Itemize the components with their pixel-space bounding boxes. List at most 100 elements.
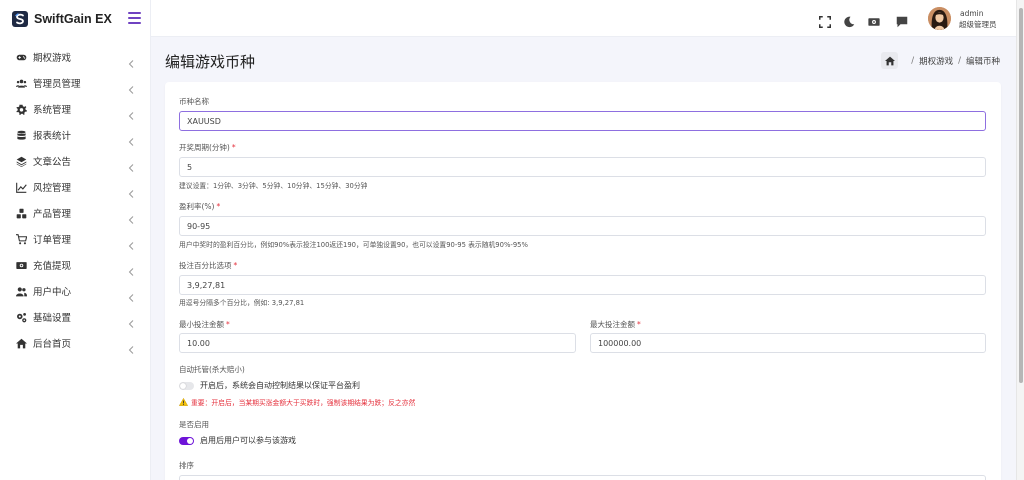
- required-mark: *: [233, 261, 238, 270]
- currency-name-label: 币种名称: [179, 97, 209, 106]
- sidebar-item-label: 风控管理: [33, 183, 72, 194]
- chevron-left-icon: [128, 105, 134, 120]
- moon-icon[interactable]: [843, 13, 855, 28]
- toggle-knob: [187, 438, 193, 444]
- brand-logo-icon: [12, 10, 28, 27]
- sidebar-item-deposit[interactable]: 充值提现: [0, 252, 150, 278]
- chevron-left-icon: [128, 339, 134, 354]
- chevron-left-icon: [128, 287, 134, 302]
- bet-percent-input[interactable]: 3,9,27,81: [179, 275, 986, 295]
- money-icon: [15, 259, 27, 271]
- menu-toggle-icon[interactable]: [128, 12, 141, 24]
- home-icon: [15, 337, 27, 349]
- sidebar-item-label: 产品管理: [33, 209, 72, 220]
- max-bet-label: 最大投注金额 *: [590, 319, 641, 330]
- profit-rate-input[interactable]: 90-95: [179, 216, 986, 236]
- sidebar-item-risk[interactable]: 风控管理: [0, 174, 150, 200]
- sidebar-item-label: 后台首页: [33, 339, 72, 350]
- chevron-left-icon: [128, 53, 134, 68]
- chevron-left-icon: [128, 235, 134, 250]
- breadcrumb-home-icon[interactable]: [881, 52, 899, 69]
- gamepad-icon: [15, 51, 27, 63]
- sidebar-item-reports[interactable]: 报表统计: [0, 122, 150, 148]
- cubes-icon: [15, 207, 27, 219]
- sidebar-item-system[interactable]: 系统管理: [0, 96, 150, 122]
- page-title: 编辑游戏币种: [165, 53, 256, 71]
- cogs-icon: [15, 311, 27, 323]
- profit-rate-help: 用户中奖时的盈利百分比，例如90%表示投注100返还190，可单独设置90，也可…: [179, 241, 528, 249]
- sidebar-item-users[interactable]: 用户中心: [0, 278, 150, 304]
- brand-name: SwiftGain EX: [34, 11, 112, 26]
- sidebar-item-admin[interactable]: 管理员管理: [0, 70, 150, 96]
- min-bet-label: 最小投注金额 *: [179, 319, 230, 330]
- sidebar-item-label: 订单管理: [33, 235, 72, 246]
- chevron-left-icon: [128, 209, 134, 224]
- sidebar-item-basic-settings[interactable]: 基础设置: [0, 304, 150, 330]
- sidebar-item-label: 文章公告: [33, 157, 72, 168]
- cart-icon: [15, 233, 27, 245]
- avatar[interactable]: [928, 7, 951, 30]
- auto-control-toggle[interactable]: [179, 382, 194, 390]
- page-scrollbar[interactable]: [1016, 0, 1024, 480]
- sidebar: SwiftGain EX 期权游戏 管理员管理 系统管理 报表统计 文章公告 风…: [0, 0, 151, 480]
- currency-name-input[interactable]: XAUUSD: [179, 111, 986, 131]
- required-mark: *: [637, 320, 641, 329]
- period-label-text: 开奖周期(分钟): [179, 143, 230, 152]
- chevron-left-icon: [128, 313, 134, 328]
- bet-percent-label: 投注百分比选项 *: [179, 260, 237, 271]
- bet-percent-label-text: 投注百分比选项: [179, 261, 232, 270]
- breadcrumb-item-games[interactable]: 期权游戏: [919, 55, 953, 67]
- user-role: 超级管理员: [959, 20, 997, 29]
- sort-label: 排序: [179, 461, 194, 470]
- profit-rate-label: 盈利率(%) *: [179, 201, 220, 212]
- sidebar-item-orders[interactable]: 订单管理: [0, 226, 150, 252]
- bet-percent-help: 用逗号分隔多个百分比，例如: 3,9,27,81: [179, 299, 305, 307]
- sidebar-item-label: 期权游戏: [33, 53, 72, 64]
- auto-control-label: 自动托管(杀大赔小): [179, 365, 245, 374]
- sidebar-item-label: 管理员管理: [33, 79, 81, 90]
- required-mark: *: [231, 143, 236, 152]
- max-bet-input[interactable]: 100000.00: [590, 333, 986, 353]
- max-bet-label-text: 最大投注金额: [590, 320, 635, 329]
- fullscreen-icon[interactable]: [819, 13, 831, 28]
- warning-icon: [179, 398, 188, 406]
- breadcrumb: / 期权游戏 / 编辑币种: [881, 52, 1000, 69]
- sidebar-item-label: 充值提现: [33, 261, 72, 272]
- breadcrumb-separator: /: [958, 55, 961, 66]
- chevron-left-icon: [128, 183, 134, 198]
- enabled-toggle[interactable]: [179, 437, 194, 445]
- topbar: admin 超级管理员: [151, 0, 1016, 37]
- sidebar-item-articles[interactable]: 文章公告: [0, 148, 150, 174]
- sort-input[interactable]: [179, 475, 986, 480]
- auto-control-toggle-text: 开启后，系统会自动控制结果以保证平台盈利: [200, 381, 360, 390]
- sidebar-item-dashboard[interactable]: 后台首页: [0, 330, 150, 356]
- period-label: 开奖周期(分钟) *: [179, 142, 236, 153]
- layers-icon: [15, 155, 27, 167]
- scrollbar-thumb[interactable]: [1019, 8, 1023, 383]
- period-input[interactable]: 5: [179, 157, 986, 177]
- chevron-left-icon: [128, 131, 134, 146]
- enabled-label: 是否启用: [179, 420, 209, 429]
- money-icon[interactable]: [868, 13, 880, 26]
- sidebar-item-label: 用户中心: [33, 287, 72, 298]
- users-icon: [15, 77, 27, 89]
- message-icon[interactable]: [896, 13, 908, 28]
- edit-currency-form: 币种名称 XAUUSD 开奖周期(分钟) * 5 建议设置：1分钟、3分钟、5分钟…: [165, 82, 1001, 480]
- sidebar-nav: 期权游戏 管理员管理 系统管理 报表统计 文章公告 风控管理 产品管理 订单管理…: [0, 37, 150, 356]
- auto-control-warning: 重要：开启后，当某期买涨金额大于买跌时，强制该期结果为跌；反之亦然: [179, 397, 415, 407]
- chevron-left-icon: [128, 261, 134, 276]
- line-chart-icon: [15, 181, 27, 193]
- breadcrumb-separator: /: [911, 55, 915, 66]
- sidebar-item-products[interactable]: 产品管理: [0, 200, 150, 226]
- user-group-icon: [15, 285, 27, 297]
- min-bet-input[interactable]: 10.00: [179, 333, 576, 353]
- sidebar-item-label: 系统管理: [33, 105, 72, 116]
- breadcrumb-item-current: 编辑币种: [965, 56, 1000, 67]
- profit-rate-label-text: 盈利率(%): [179, 202, 215, 211]
- chevron-left-icon: [128, 79, 134, 94]
- sidebar-item-option-games[interactable]: 期权游戏: [0, 44, 150, 70]
- chevron-left-icon: [128, 157, 134, 172]
- user-name: admin: [960, 9, 984, 18]
- gear-icon: [15, 103, 27, 115]
- sidebar-item-label: 报表统计: [33, 131, 72, 142]
